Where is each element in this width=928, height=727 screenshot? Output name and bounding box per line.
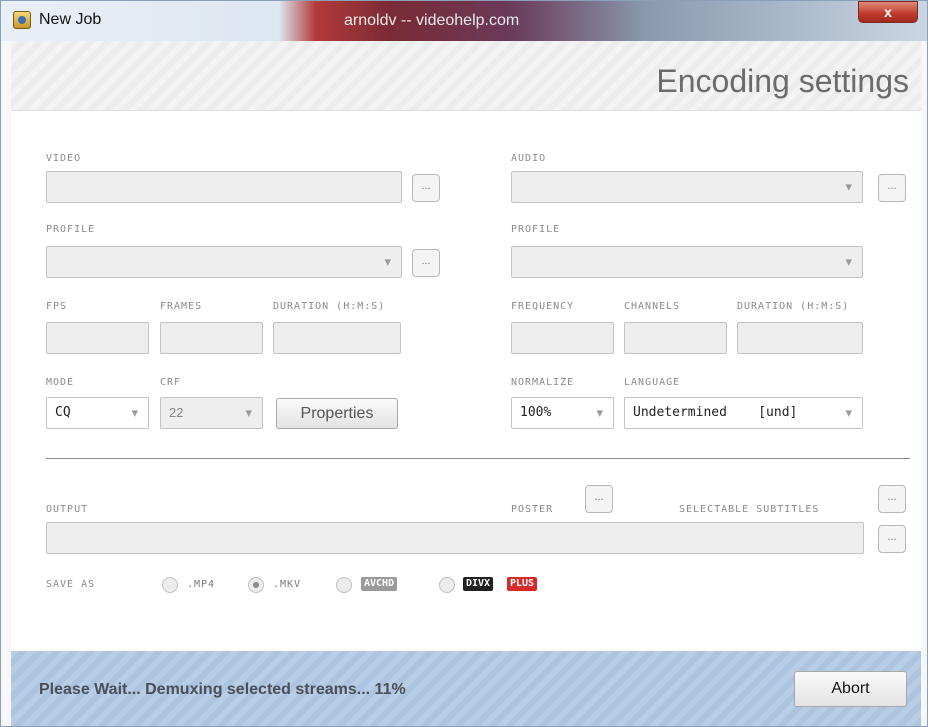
crf-label: CRF <box>160 377 182 388</box>
video-profile-select[interactable] <box>46 246 402 278</box>
audio-profile-label: PROFILE <box>511 224 561 235</box>
format-mkv-radio[interactable] <box>248 577 264 593</box>
subtitles-browse-button[interactable]: ... <box>878 485 906 513</box>
audio-profile-select[interactable] <box>511 246 863 278</box>
title-bar[interactable]: New Job arnoldv -- videohelp.com x <box>1 1 927 41</box>
frequency-label: FREQUENCY <box>511 301 575 312</box>
plus-badge: PLUS <box>507 577 538 591</box>
video-duration-field[interactable] <box>273 322 401 354</box>
format-mp4-radio[interactable] <box>162 577 178 593</box>
settings-panel: VIDEO ... PROFILE ... FPS FRAMES DURATIO… <box>11 111 921 651</box>
app-icon <box>13 11 31 29</box>
subtitles-label: SELECTABLE SUBTITLES <box>679 504 820 515</box>
audio-browse-button[interactable]: ... <box>878 174 906 202</box>
ellipsis-icon: ... <box>421 180 431 192</box>
language-label: LANGUAGE <box>624 377 681 388</box>
output-label: OUTPUT <box>46 504 89 515</box>
mode-select[interactable]: CQ <box>46 397 149 429</box>
close-icon: x <box>884 4 892 20</box>
frames-label: FRAMES <box>160 301 203 312</box>
channels-label: CHANNELS <box>624 301 681 312</box>
video-label: VIDEO <box>46 153 82 164</box>
crf-value: 22 <box>169 405 184 420</box>
mode-value: CQ <box>55 405 71 420</box>
watermark-text: arnoldv -- videohelp.com <box>344 12 520 29</box>
ellipsis-icon: ... <box>887 491 897 503</box>
ellipsis-icon: ... <box>421 255 431 267</box>
new-job-window: New Job arnoldv -- videohelp.com x Encod… <box>0 0 928 727</box>
video-profile-browse-button[interactable]: ... <box>412 249 440 277</box>
ellipsis-icon: ... <box>594 491 604 503</box>
format-avchd-radio[interactable] <box>336 577 352 593</box>
section-divider <box>46 458 910 459</box>
save-as-label: SAVE AS <box>46 579 96 590</box>
video-duration-label: DURATION (H:M:S) <box>273 301 386 312</box>
fps-label: FPS <box>46 301 68 312</box>
close-button[interactable]: x <box>858 1 918 23</box>
frames-field[interactable] <box>160 322 263 354</box>
poster-label: POSTER <box>511 504 554 515</box>
normalize-label: NORMALIZE <box>511 377 575 388</box>
abort-button[interactable]: Abort <box>794 671 907 707</box>
fps-field[interactable] <box>46 322 149 354</box>
poster-browse-button[interactable]: ... <box>585 485 613 513</box>
avchd-badge: AVCHD <box>361 577 398 591</box>
page-title: Encoding settings <box>656 63 909 99</box>
audio-label: AUDIO <box>511 153 547 164</box>
format-mkv-label: .MKV <box>273 579 302 590</box>
mode-label: MODE <box>46 377 75 388</box>
language-value: Undetermined [und] <box>633 405 798 420</box>
output-path-input[interactable] <box>46 522 864 554</box>
status-message: Please Wait... Demuxing selected streams… <box>39 681 406 698</box>
channels-field[interactable] <box>624 322 727 354</box>
video-profile-label: PROFILE <box>46 224 96 235</box>
properties-button[interactable]: Properties <box>276 398 398 429</box>
audio-duration-field[interactable] <box>737 322 863 354</box>
audio-track-select[interactable] <box>511 171 863 203</box>
video-file-input[interactable] <box>46 171 402 203</box>
output-browse-button[interactable]: ... <box>878 525 906 553</box>
normalize-select[interactable]: 100% <box>511 397 614 429</box>
language-select[interactable]: Undetermined [und] <box>624 397 863 429</box>
frequency-field[interactable] <box>511 322 614 354</box>
ellipsis-icon: ... <box>887 531 897 543</box>
header-band: Encoding settings <box>11 41 921 111</box>
status-bar: Please Wait... Demuxing selected streams… <box>11 651 921 726</box>
audio-duration-label: DURATION (H:M:S) <box>737 301 850 312</box>
format-divx-radio[interactable] <box>439 577 455 593</box>
video-browse-button[interactable]: ... <box>412 174 440 202</box>
divx-badge: DIVX <box>463 577 494 591</box>
format-mp4-label: .MP4 <box>187 579 216 590</box>
window-title: New Job <box>39 11 102 28</box>
crf-select[interactable]: 22 <box>160 397 263 429</box>
normalize-value: 100% <box>520 405 552 420</box>
ellipsis-icon: ... <box>887 180 897 192</box>
